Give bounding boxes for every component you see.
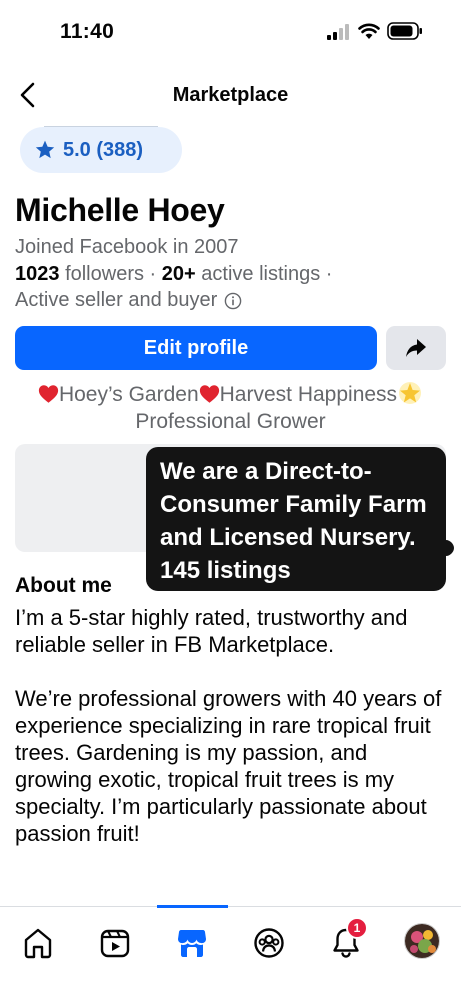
- star-icon: [35, 140, 55, 159]
- bio-garden: Hoey’s Garden: [58, 383, 199, 406]
- seller-status-text: Active seller and buyer: [15, 289, 218, 311]
- followers-label[interactable]: followers: [65, 263, 144, 285]
- active-tab-indicator: [157, 905, 228, 908]
- seller-status: Active seller and buyer: [15, 289, 242, 312]
- battery-icon: [387, 22, 422, 40]
- info-icon[interactable]: [224, 292, 242, 310]
- nav-marketplace[interactable]: [172, 923, 212, 963]
- nav-video[interactable]: [95, 923, 135, 963]
- tooltip-notch: [426, 540, 454, 556]
- avatar-image: [405, 924, 439, 958]
- listings-count[interactable]: 20+: [162, 263, 196, 285]
- red-heart-icon: [199, 385, 219, 403]
- nav-notifications[interactable]: 1: [326, 917, 368, 963]
- about-paragraph: I’m a 5-star highly rated, trustworthy a…: [15, 605, 408, 657]
- joined-date: Joined Facebook in 2007: [15, 236, 239, 258]
- about-text: I’m a 5-star highly rated, trustworthy a…: [15, 604, 445, 874]
- share-button[interactable]: [386, 326, 446, 370]
- about-paragraph: We’re professional growers with 40 years…: [15, 686, 442, 846]
- profile-bio: Hoey’s Garden Harvest Happiness Profession…: [20, 380, 441, 435]
- share-icon: [406, 339, 426, 357]
- tooltip-overlay: We are a Direct-to-Consumer Family Farm …: [146, 447, 446, 591]
- bio-grower: Professional Grower: [135, 410, 326, 433]
- wifi-icon: [358, 23, 380, 39]
- bottom-nav: 1: [0, 905, 461, 1000]
- status-time: 11:40: [60, 20, 115, 43]
- rating-text: 5.0 (388): [63, 138, 144, 161]
- profile-stats: 1023 followers · 20+ active listings ·: [15, 263, 332, 286]
- signal-icon: [327, 24, 349, 40]
- rating-badge[interactable]: 5.0 (388): [20, 127, 182, 173]
- status-bar: 11:40: [0, 0, 461, 62]
- listings-label[interactable]: active listings: [201, 263, 320, 285]
- groups-icon: [254, 928, 284, 958]
- nav-home[interactable]: [18, 923, 58, 963]
- followers-count[interactable]: 1023: [15, 263, 60, 285]
- marketplace-icon: [178, 930, 206, 957]
- video-icon: [100, 929, 130, 958]
- home-icon: [24, 928, 52, 959]
- separator: ·: [149, 263, 157, 285]
- header: Marketplace: [0, 72, 461, 120]
- avatar[interactable]: [404, 923, 440, 959]
- notification-badge: 1: [346, 917, 368, 939]
- profile-name: Michelle Hoey: [15, 192, 225, 228]
- glowing-star-icon: [399, 382, 422, 404]
- about-heading: About me: [15, 574, 112, 597]
- page-title: Marketplace: [172, 84, 289, 106]
- nav-groups[interactable]: [249, 923, 289, 963]
- edit-profile-button[interactable]: Edit profile: [15, 326, 377, 370]
- bio-harvest: Harvest Happiness: [219, 383, 398, 406]
- separator: ·: [325, 263, 333, 285]
- red-heart-icon: [38, 385, 59, 403]
